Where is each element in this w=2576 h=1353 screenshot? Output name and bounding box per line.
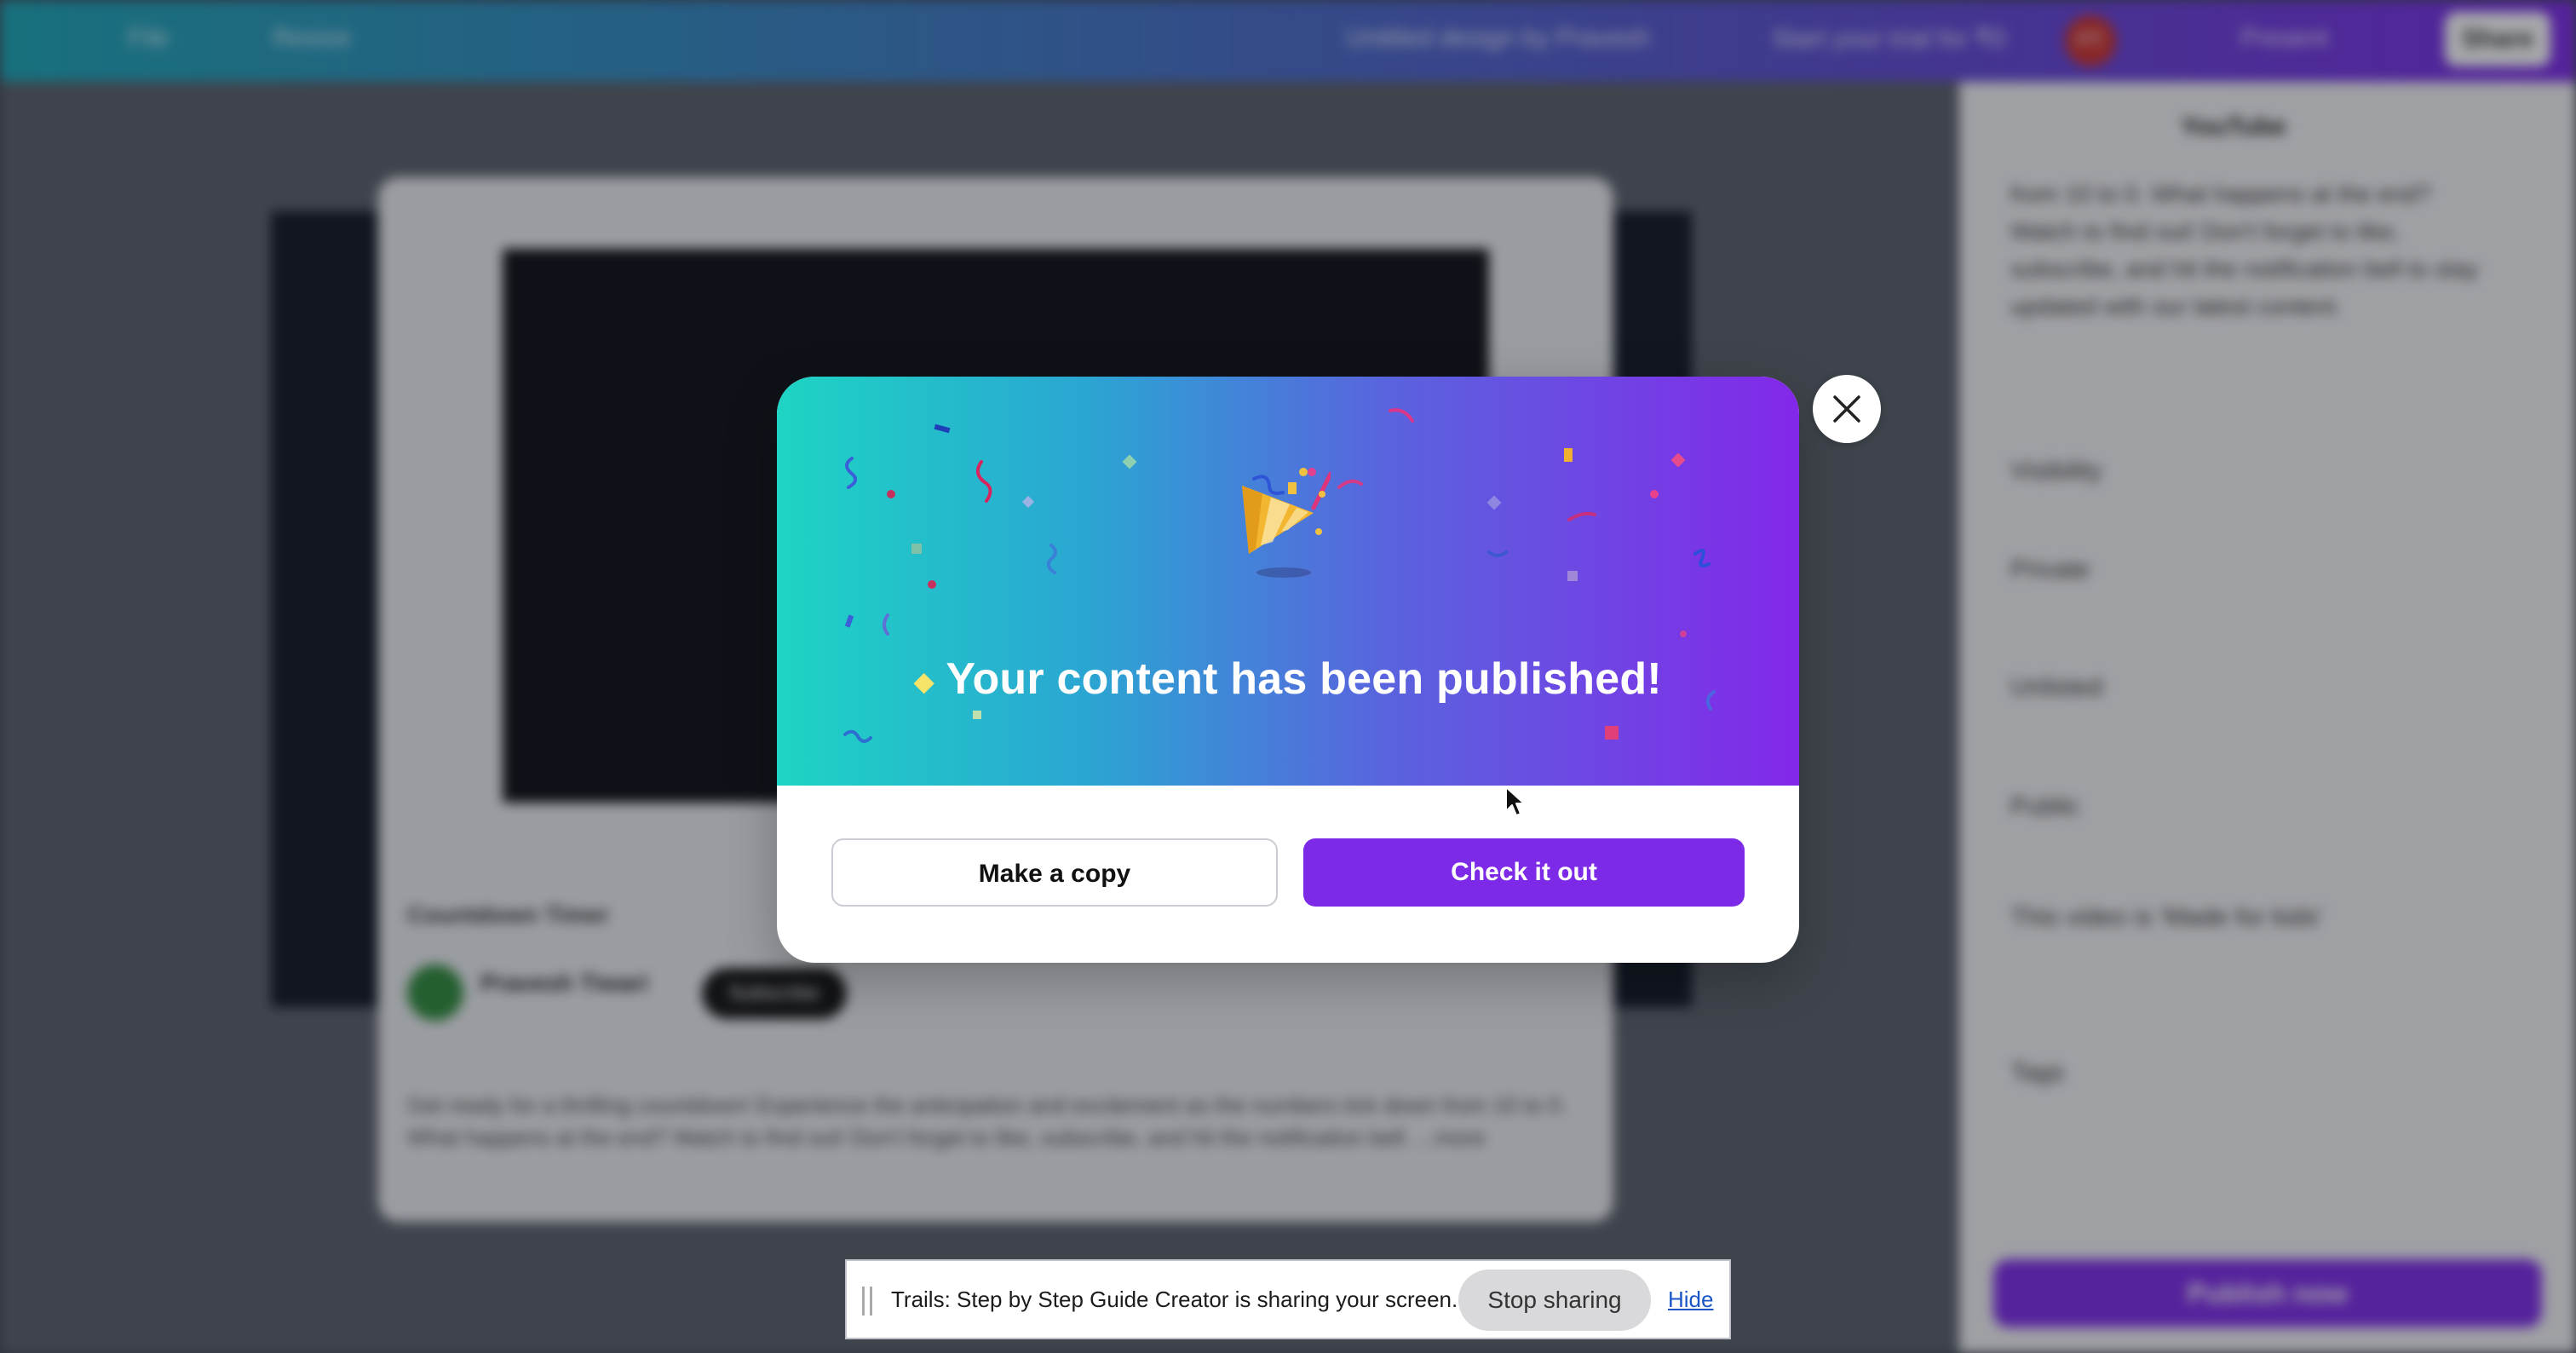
check-it-out-button[interactable]: Check it out [1303,838,1745,907]
mouse-cursor-icon [1505,786,1525,816]
publish-success-modal: ◆ Your content has been published! Make a… [777,377,1799,963]
celebration-banner: ◆ Your content has been published! [777,377,1799,786]
make-a-copy-button[interactable]: Make a copy [831,838,1278,907]
screen-sharing-bar: Trails: Step by Step Guide Creator is sh… [845,1259,1731,1339]
publish-success-headline: ◆ Your content has been published! [777,653,1799,705]
close-icon [1833,395,1860,423]
confetti-decoration [843,408,1716,743]
close-modal-button[interactable] [1813,375,1881,443]
sharing-message: Trails: Step by Step Guide Creator is sh… [891,1287,1458,1312]
stop-sharing-button[interactable]: Stop sharing [1458,1270,1651,1331]
drag-handle-icon[interactable] [862,1287,872,1316]
party-popper-icon [1242,468,1331,578]
hide-link[interactable]: Hide [1668,1287,1713,1313]
headline-text: Your content has been published! [946,654,1662,704]
sparkle-icon: ◆ [914,667,934,696]
